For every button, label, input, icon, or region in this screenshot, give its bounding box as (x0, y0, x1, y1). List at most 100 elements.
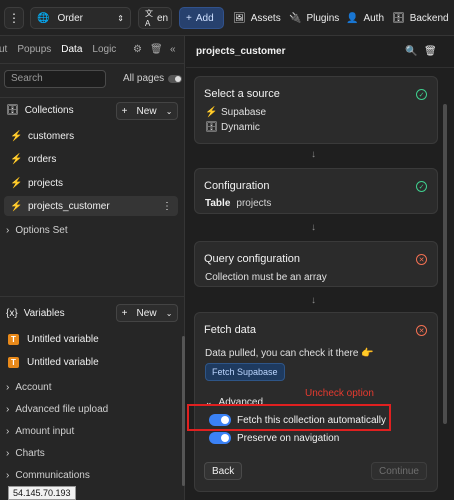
chevron-updown-icon: ⇕ (117, 13, 124, 23)
panel-header: projects_customer 🔍 🗑 (186, 36, 454, 68)
chevron-right-icon: › (6, 426, 10, 437)
backend-button[interactable]: 🗄 Backend (392, 7, 449, 29)
annotation-note: Uncheck option (305, 388, 374, 399)
collection-label: customers (28, 130, 75, 142)
text-type-icon: T (8, 334, 19, 345)
chevron-right-icon: › (6, 382, 10, 393)
search-input[interactable]: Search (4, 70, 106, 88)
gear-icon[interactable]: ⚙ (133, 44, 142, 55)
tab-layout[interactable]: ut (0, 44, 7, 55)
supabase-icon: ⚡ (10, 130, 23, 142)
variable-label: Untitled variable (27, 357, 99, 368)
plug-icon: 🔌 (289, 12, 302, 24)
auth-button[interactable]: 👤 Auth (346, 7, 384, 29)
variable-group-advanced-file-upload[interactable]: › Advanced file upload (6, 404, 108, 415)
translate-icon: 文A (145, 9, 153, 28)
more-menu-button[interactable]: ⋮ (4, 7, 24, 29)
plugins-button[interactable]: 🔌 Plugins (289, 7, 339, 29)
group-label: Communications (15, 470, 90, 481)
language-button[interactable]: 文A en (138, 7, 172, 29)
tab-data[interactable]: Data (61, 44, 82, 55)
collection-item-projects-customer[interactable]: ⚡ projects_customer ⋮ (4, 196, 178, 216)
table-label: Table (205, 198, 231, 209)
fetch-supabase-button[interactable]: Fetch Supabase (205, 363, 285, 381)
annotation-highlight-box (187, 404, 391, 431)
new-collection-button[interactable]: + New ⌄ (116, 102, 178, 120)
continue-button[interactable]: Continue (370, 462, 427, 480)
options-set-group[interactable]: › Options Set (6, 225, 68, 236)
fetch-title: Fetch data (204, 324, 256, 336)
collections-header: 🗄 Collections (6, 105, 74, 116)
braces-icon: {x} (6, 308, 18, 319)
all-pages-label: All pages (123, 73, 165, 84)
variable-group-amount-input[interactable]: › Amount input (6, 426, 74, 437)
preserve-navigation-option[interactable]: Preserve on navigation (209, 432, 339, 444)
variable-group-communications[interactable]: › Communications (6, 470, 90, 481)
assets-label: Assets (250, 12, 281, 24)
table-value: projects (236, 198, 272, 209)
group-label: Amount input (15, 426, 75, 437)
variable-item[interactable]: T Untitled variable (8, 334, 99, 345)
panel-scrollbar[interactable] (443, 104, 447, 424)
query-title: Query configuration (204, 253, 300, 265)
all-pages-switch[interactable] (168, 74, 183, 83)
database-icon: 🗄 (392, 12, 405, 24)
arrow-down-icon: ↓ (311, 295, 316, 306)
chevron-right-icon: › (6, 470, 10, 481)
assets-button[interactable]: 🖼 Assets (233, 7, 281, 29)
preserve-navigation-switch[interactable] (209, 432, 231, 444)
vertical-dots-icon: ⋮ (8, 11, 20, 25)
configuration-card[interactable]: Configuration ✓ Table projects (194, 168, 438, 214)
divider (0, 97, 185, 98)
chevron-right-icon: › (6, 404, 10, 415)
collection-item-customers[interactable]: ⚡ customers (4, 126, 178, 146)
variable-group-charts[interactable]: › Charts (6, 448, 45, 459)
collections-title: Collections (24, 105, 74, 116)
chevron-down-icon: ⌄ (165, 106, 173, 116)
database-icon: 🗄 (205, 122, 218, 133)
collapse-icon[interactable]: « (170, 44, 176, 55)
search-icon[interactable]: 🔍 (405, 46, 417, 57)
plugins-label: Plugins (306, 12, 340, 24)
group-label: Advanced file upload (15, 404, 109, 415)
new-variable-button[interactable]: + New ⌄ (116, 304, 178, 322)
all-pages-toggle[interactable]: All pages (123, 73, 183, 84)
text-type-icon: T (8, 357, 19, 368)
preserve-label: Preserve on navigation (237, 432, 340, 444)
variables-title: Variables (23, 308, 65, 319)
source-supabase-label: Supabase (221, 107, 267, 118)
new-label: New (136, 105, 157, 117)
language-label: en (157, 12, 169, 24)
configuration-table: Table projects (205, 198, 271, 209)
collection-label: orders (28, 153, 57, 165)
supabase-icon: ⚡ (10, 153, 23, 165)
error-icon: ✕ (416, 325, 427, 336)
variable-group-account[interactable]: › Account (6, 382, 51, 393)
panel-title: projects_customer (196, 46, 286, 57)
sidebar-scrollbar[interactable] (182, 336, 185, 486)
new-label: New (136, 307, 157, 319)
add-label: Add (195, 12, 214, 24)
back-button[interactable]: Back (204, 462, 243, 480)
chevron-right-icon: › (6, 448, 10, 459)
query-config-card[interactable]: Query configuration ✕ Collection must be… (194, 241, 438, 287)
collection-item-orders[interactable]: ⚡ orders (4, 149, 178, 169)
plus-icon: + (186, 12, 192, 24)
source-supabase: ⚡ Supabase (205, 107, 266, 118)
auth-label: Auth (363, 12, 385, 24)
source-title: Select a source (204, 88, 280, 100)
page-select[interactable]: 🌐 Order ⇕ (30, 7, 131, 29)
vertical-dots-icon[interactable]: ⋮ (162, 201, 172, 212)
trash-icon[interactable]: 🗑 (150, 44, 163, 55)
add-button[interactable]: + Add (179, 7, 224, 29)
database-icon: 🗄 (6, 105, 19, 116)
left-sidebar: ut Popups Data Logic ⚙ 🗑 « Search All pa… (0, 36, 185, 500)
tab-logic[interactable]: Logic (92, 44, 116, 55)
person-icon: 👤 (346, 12, 359, 24)
collection-item-projects[interactable]: ⚡ projects (4, 173, 178, 193)
variable-item[interactable]: T Untitled variable (8, 357, 99, 368)
trash-icon[interactable]: 🗑 (424, 46, 437, 57)
source-dynamic-label: Dynamic (221, 122, 260, 133)
source-card[interactable]: Select a source ✓ ⚡ Supabase 🗄 Dynamic (194, 76, 438, 144)
tab-popups[interactable]: Popups (17, 44, 51, 55)
